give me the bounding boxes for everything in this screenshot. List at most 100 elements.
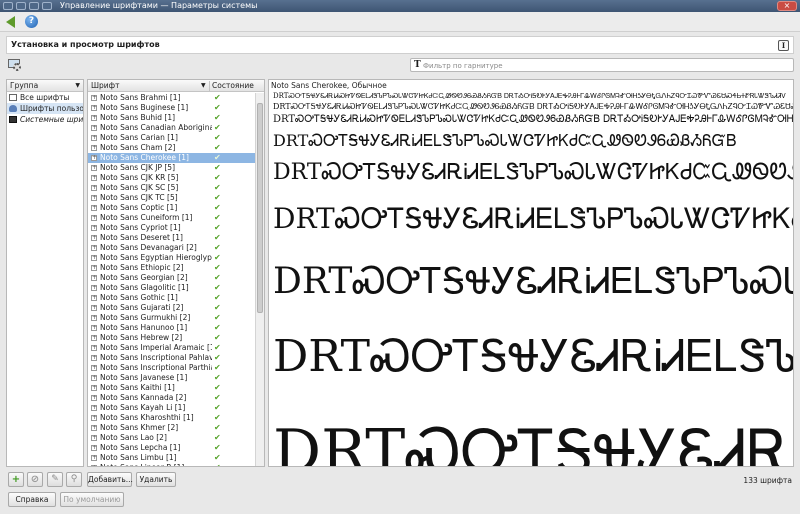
expand-icon[interactable]: + <box>91 145 97 151</box>
expand-icon[interactable]: + <box>91 375 97 381</box>
expand-icon[interactable]: + <box>91 345 97 351</box>
enabled-check-icon[interactable]: ✔ <box>214 203 221 213</box>
window-shade-button[interactable] <box>16 2 26 10</box>
enabled-check-icon[interactable]: ✔ <box>214 403 221 413</box>
expand-icon[interactable]: + <box>91 365 97 371</box>
enabled-check-icon[interactable]: ✔ <box>214 243 221 253</box>
help-icon[interactable]: ? <box>25 15 38 28</box>
enabled-check-icon[interactable]: ✔ <box>214 323 221 333</box>
expand-icon[interactable]: + <box>91 425 97 431</box>
expand-icon[interactable]: + <box>91 355 97 361</box>
enabled-check-icon[interactable]: ✔ <box>214 173 221 183</box>
enabled-check-icon[interactable]: ✔ <box>214 443 221 453</box>
state-column-label[interactable]: Состояние <box>212 80 254 91</box>
delete-font-button[interactable]: Удалить <box>136 472 176 487</box>
window-titlebar[interactable]: Управление шрифтами — Параметры системы … <box>0 0 800 12</box>
font-row[interactable]: + Noto Sans Cuneiform [1] ✔ <box>88 213 256 223</box>
expand-icon[interactable]: + <box>91 215 97 221</box>
font-row[interactable]: + Noto Sans Deseret [1] ✔ <box>88 233 256 243</box>
column-divider[interactable] <box>209 81 210 91</box>
font-row[interactable]: + Noto Sans Hebrew [2] ✔ <box>88 333 256 343</box>
edit-group-button[interactable]: ✎ <box>47 472 63 487</box>
font-row[interactable]: + Noto Sans Buginese [1] ✔ <box>88 103 256 113</box>
expand-icon[interactable]: + <box>91 175 97 181</box>
font-row[interactable]: +Noto Sans Linear B [1]✔ <box>88 463 256 466</box>
window-close-button[interactable]: × <box>777 1 797 11</box>
expand-icon[interactable]: + <box>91 225 97 231</box>
enabled-check-icon[interactable]: ✔ <box>214 213 221 223</box>
expand-icon[interactable]: + <box>91 305 97 311</box>
font-row[interactable]: + Noto Sans Brahmi [1] ✔ <box>88 93 256 103</box>
back-arrow-icon[interactable] <box>6 16 15 28</box>
expand-icon[interactable]: + <box>91 195 97 201</box>
enabled-check-icon[interactable]: ✔ <box>214 373 221 383</box>
expand-icon[interactable]: + <box>91 385 97 391</box>
font-row[interactable]: + Noto Sans Khmer [2] ✔ <box>88 423 256 433</box>
font-row[interactable]: + Noto Sans Lao [2] ✔ <box>88 433 256 443</box>
group-item-user-fonts[interactable]: Шрифты пользователя <box>7 103 83 114</box>
enabled-check-icon[interactable]: ✔ <box>214 293 221 303</box>
expand-icon[interactable]: + <box>91 455 97 461</box>
font-row[interactable]: +Noto Sans Inscriptional Pahlavi [1]✔ <box>88 353 256 363</box>
font-row[interactable]: + Noto Sans Gothic [1] ✔ <box>88 293 256 303</box>
info-icon[interactable]: I <box>778 40 789 51</box>
enabled-check-icon[interactable]: ✔ <box>214 333 221 343</box>
font-row[interactable]: + Noto Sans Devanagari [2] ✔ <box>88 243 256 253</box>
expand-icon[interactable]: + <box>91 245 97 251</box>
add-font-button[interactable]: Добавить... <box>87 472 133 487</box>
font-row[interactable]: + Noto Sans Kayah Li [1] ✔ <box>88 403 256 413</box>
font-row[interactable]: + Noto Sans Coptic [1] ✔ <box>88 203 256 213</box>
enabled-check-icon[interactable]: ✔ <box>214 93 221 103</box>
expand-icon[interactable]: + <box>91 255 97 261</box>
enabled-check-icon[interactable]: ✔ <box>214 433 221 443</box>
expand-icon[interactable]: + <box>91 235 97 241</box>
enabled-check-icon[interactable]: ✔ <box>214 253 221 263</box>
defaults-button[interactable]: По умолчанию <box>60 492 124 507</box>
expand-icon[interactable]: + <box>91 405 97 411</box>
font-row[interactable]: + Noto Sans CJK KR [5] ✔ <box>88 173 256 183</box>
font-row[interactable]: + Noto Sans Carian [1] ✔ <box>88 133 256 143</box>
font-row[interactable]: +Noto Sans Egyptian Hieroglyphs [1]✔ <box>88 253 256 263</box>
font-row[interactable]: + Noto Sans Cherokee [1] ✔ <box>88 153 256 163</box>
disable-group-button[interactable]: ⊘ <box>27 472 43 487</box>
expand-icon[interactable]: + <box>91 295 97 301</box>
font-list-scrollbar[interactable] <box>255 93 264 466</box>
expand-icon[interactable]: + <box>91 435 97 441</box>
window-menu-button[interactable] <box>3 2 13 10</box>
window-minimize-button[interactable] <box>42 2 52 10</box>
enabled-check-icon[interactable]: ✔ <box>214 263 221 273</box>
expand-icon[interactable]: + <box>91 415 97 421</box>
font-row[interactable]: + Noto Sans Kaithi [1] ✔ <box>88 383 256 393</box>
group-item-all-fonts[interactable]: Все шрифты <box>7 92 83 103</box>
font-row[interactable]: + Noto Sans Cypriot [1] ✔ <box>88 223 256 233</box>
expand-icon[interactable]: + <box>91 165 97 171</box>
enabled-check-icon[interactable]: ✔ <box>214 233 221 243</box>
filter-input[interactable] <box>423 60 791 71</box>
help-button[interactable]: Справка <box>8 492 56 507</box>
expand-icon[interactable]: + <box>91 95 97 101</box>
add-group-button[interactable]: + <box>8 472 24 487</box>
font-row[interactable]: + Noto Sans Glagolitic [1] ✔ <box>88 283 256 293</box>
font-row[interactable]: +Noto Sans Inscriptional Parthian [1]✔ <box>88 363 256 373</box>
enabled-check-icon[interactable]: ✔ <box>214 183 221 193</box>
font-row[interactable]: + Noto Sans Ethiopic [2] ✔ <box>88 263 256 273</box>
expand-icon[interactable]: + <box>91 275 97 281</box>
group-item-system-fonts[interactable]: Системные шрифты <box>7 114 83 125</box>
enabled-check-icon[interactable]: ✔ <box>214 283 221 293</box>
enabled-check-icon[interactable]: ✔ <box>214 393 221 403</box>
enabled-check-icon[interactable]: ✔ <box>214 313 221 323</box>
expand-icon[interactable]: + <box>91 265 97 271</box>
font-row[interactable]: + Noto Sans Javanese [1] ✔ <box>88 373 256 383</box>
expand-icon[interactable]: + <box>91 205 97 211</box>
enabled-check-icon[interactable]: ✔ <box>214 353 221 363</box>
font-row[interactable]: + Noto Sans Kharoshthi [1] ✔ <box>88 413 256 423</box>
enabled-check-icon[interactable]: ✔ <box>214 453 221 463</box>
expand-icon[interactable]: + <box>91 285 97 291</box>
enabled-check-icon[interactable]: ✔ <box>214 153 221 163</box>
font-row[interactable]: + Noto Sans Imperial Aramaic [1] ✔ <box>88 343 256 353</box>
group-list[interactable]: Группа ▼ Все шрифты Шрифты пользователя … <box>6 79 84 467</box>
expand-icon[interactable]: + <box>91 315 97 321</box>
expand-icon[interactable]: + <box>91 395 97 401</box>
expand-icon[interactable]: + <box>91 105 97 111</box>
enabled-check-icon[interactable]: ✔ <box>214 163 221 173</box>
